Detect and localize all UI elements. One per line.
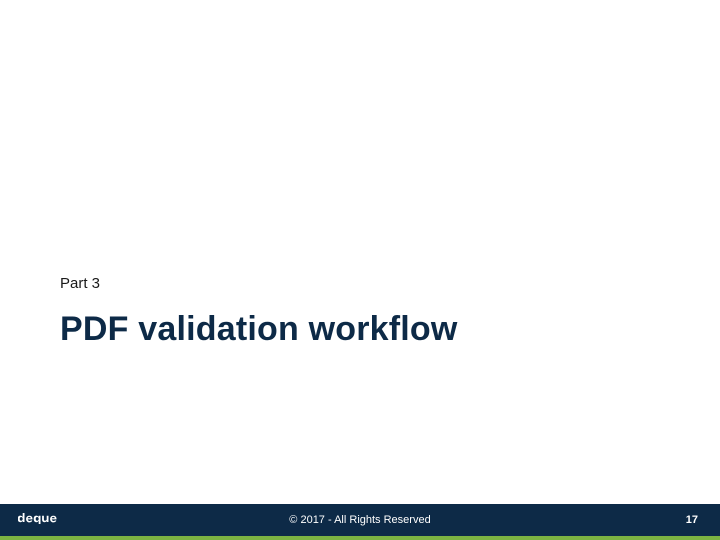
brand-logo bbox=[18, 510, 78, 531]
content-area: Part 3 PDF validation workflow bbox=[60, 275, 660, 349]
part-label: Part 3 bbox=[60, 275, 660, 292]
page-number: 17 bbox=[686, 514, 698, 526]
footer-bar: © 2017 - All Rights Reserved 17 bbox=[0, 504, 720, 536]
deque-logo-icon bbox=[18, 510, 78, 526]
copyright-text: © 2017 - All Rights Reserved bbox=[289, 514, 430, 526]
slide-title: PDF validation workflow bbox=[60, 310, 660, 349]
slide: Part 3 PDF validation workflow bbox=[0, 0, 720, 540]
accent-stripe bbox=[0, 536, 720, 540]
footer: © 2017 - All Rights Reserved 17 bbox=[0, 504, 720, 540]
